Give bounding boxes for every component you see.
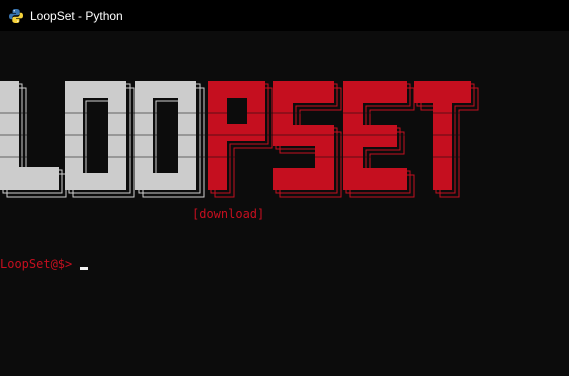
- console-window: LoopSet - Python [download] LoopSet@$>: [0, 0, 569, 376]
- prompt-line[interactable]: LoopSet@$>: [0, 257, 89, 271]
- window-title: LoopSet - Python: [30, 8, 123, 23]
- text-cursor: [80, 267, 89, 270]
- python-icon: [8, 8, 24, 24]
- console-output[interactable]: [download] LoopSet@$>: [0, 31, 569, 376]
- title-bar[interactable]: LoopSet - Python: [0, 0, 569, 31]
- prompt-text: LoopSet@$>: [0, 257, 73, 271]
- ascii-banner: [0, 81, 480, 198]
- download-link[interactable]: [download]: [192, 207, 264, 221]
